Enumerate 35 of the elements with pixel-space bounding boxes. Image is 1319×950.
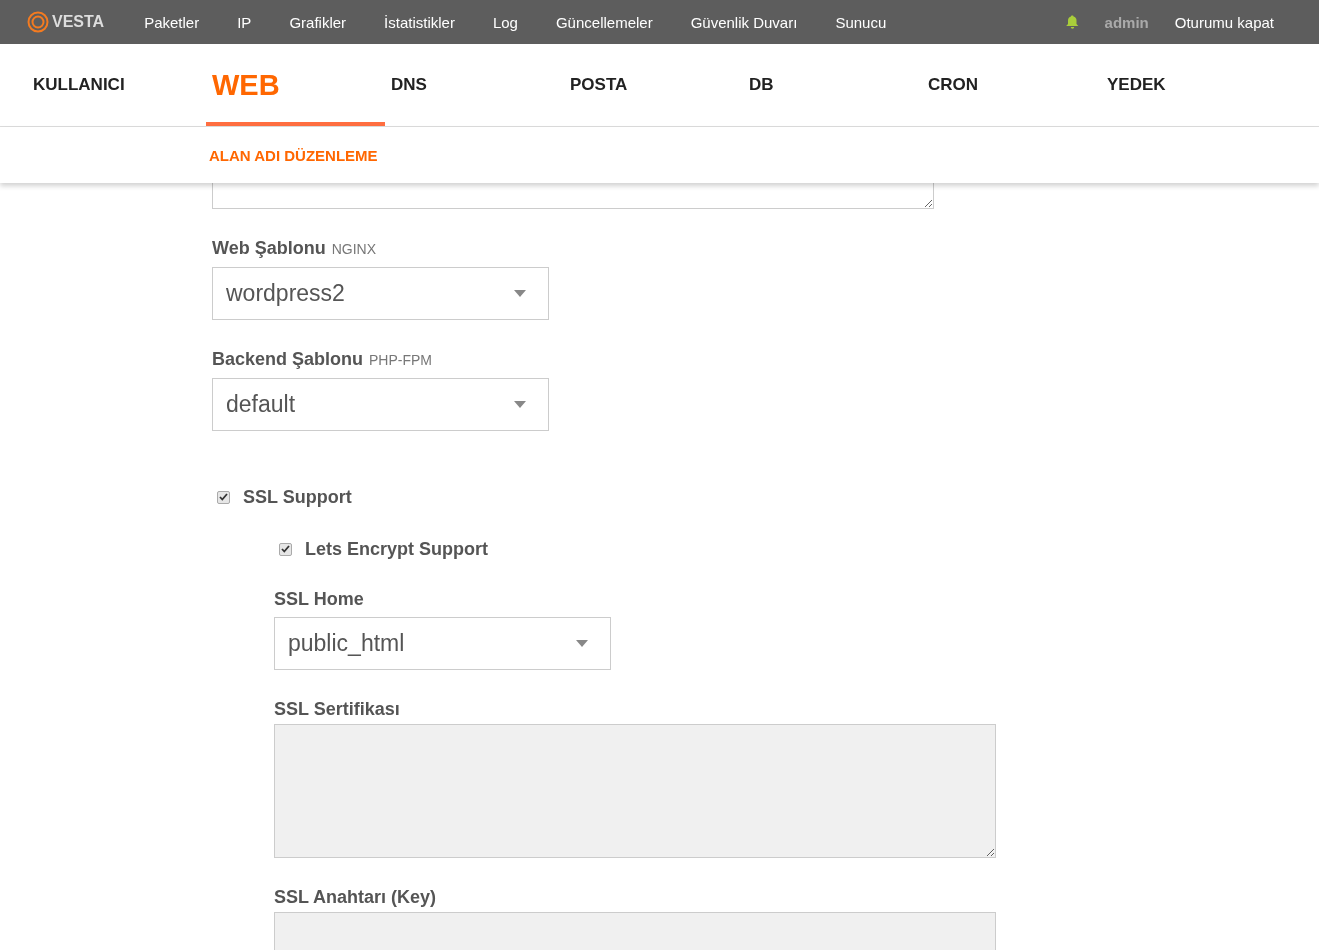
caret-icon [514, 401, 526, 408]
checkbox[interactable] [217, 490, 230, 504]
field-label: SSL Home [274, 589, 364, 609]
section-tab[interactable]: DB [743, 44, 922, 126]
section-tab[interactable]: YEDEK [1101, 44, 1280, 126]
field-hint: NGINX [331, 241, 376, 257]
caret-icon [576, 640, 588, 647]
nav-link[interactable]: IP [237, 13, 252, 31]
section-tab[interactable]: POSTA [564, 44, 743, 126]
nav-link[interactable]: Sunucu [835, 13, 887, 31]
checkbox[interactable] [279, 542, 292, 556]
section-tab[interactable]: DNS [385, 44, 564, 126]
select-field[interactable]: default [212, 378, 549, 431]
nav-link[interactable]: Güncellemeler [555, 13, 653, 31]
field-label: Web Şablonu [212, 238, 326, 258]
bell-icon[interactable] [1065, 15, 1079, 29]
field-label: SSL Sertifikası [274, 699, 400, 719]
logo-icon [27, 11, 49, 33]
field-label: Backend Şablonu [212, 349, 364, 369]
field-label: SSL Anahtarı (Key) [274, 887, 437, 907]
nav-link[interactable]: Güvenlik Duvarı [690, 13, 798, 31]
section-tab[interactable]: CRON [922, 44, 1101, 126]
checkbox-label: Lets Encrypt Support [305, 538, 488, 560]
caret-icon [514, 290, 526, 297]
nav-link[interactable]: Paketler [144, 13, 200, 31]
nav-link[interactable]: İstatistikler [384, 13, 455, 31]
logo-text[interactable]: VESTA [52, 13, 105, 31]
select-field[interactable]: public_html [274, 617, 611, 670]
checkbox-label: SSL Support [243, 486, 352, 508]
section-tab[interactable]: KULLANICI [27, 44, 206, 126]
field-hint: PHP-FPM [369, 352, 433, 368]
logout-link[interactable]: Oturumu kapat [1174, 13, 1274, 31]
select-field[interactable]: wordpress2 [212, 267, 549, 320]
nav-link[interactable]: Log [492, 13, 518, 31]
nav-link[interactable]: Grafikler [289, 13, 347, 31]
